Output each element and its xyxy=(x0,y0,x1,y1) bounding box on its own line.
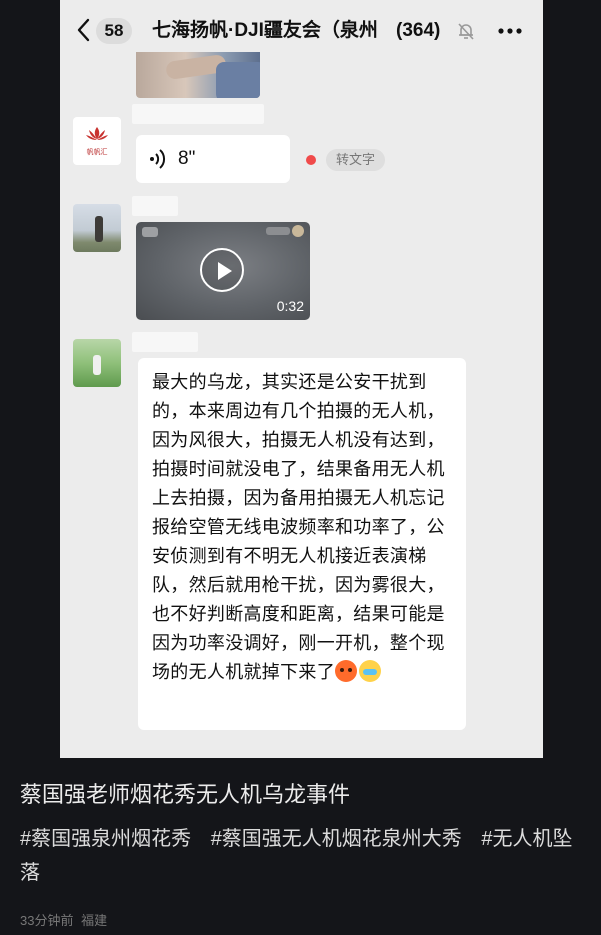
sender-name-redacted xyxy=(132,196,178,216)
angry-emoji xyxy=(335,660,357,682)
unread-count-badge[interactable]: 58 xyxy=(96,18,132,44)
avatar[interactable]: 帆帆汇 xyxy=(73,117,121,165)
video-duration: 0:32 xyxy=(276,298,304,314)
transcribe-button[interactable]: 转文字 xyxy=(326,149,386,171)
play-icon[interactable] xyxy=(200,248,244,292)
post-time: 33分钟前 xyxy=(20,913,74,928)
message-text: 最大的乌龙，其实还是公安干扰到的，本来周边有几个拍摄的无人机，因为风很大，拍摄无… xyxy=(152,372,445,682)
more-icon[interactable] xyxy=(496,22,524,40)
voice-message[interactable]: 8" xyxy=(136,135,290,183)
mute-bell-icon xyxy=(458,23,474,40)
text-message[interactable]: 最大的乌龙，其实还是公安干扰到的，本来周边有几个拍摄的无人机，因为风很大，拍摄无… xyxy=(138,358,466,730)
hashtag-link[interactable]: #蔡国强泉州烟花秀 xyxy=(20,828,191,850)
hashtag-link[interactable]: #蔡国强无人机烟花泉州大秀 xyxy=(211,828,462,850)
avatar[interactable] xyxy=(73,204,121,252)
avatar[interactable] xyxy=(73,339,121,387)
previous-image-message[interactable] xyxy=(136,52,260,98)
hashtag-list: #蔡国强泉州烟花秀 #蔡国强无人机烟花泉州大秀 #无人机坠落 xyxy=(20,822,588,890)
sender-name-redacted xyxy=(132,332,198,352)
post-location: 福建 xyxy=(81,913,108,928)
post-meta: 33分钟前 福建 xyxy=(20,910,111,929)
post-title: 蔡国强老师烟花秀无人机乌龙事件 xyxy=(20,782,351,807)
lotus-logo-icon xyxy=(86,127,108,140)
back-arrow-icon[interactable] xyxy=(76,18,90,42)
voice-icon xyxy=(150,149,166,169)
chat-header: 58 七海扬帆·DJI疆友会（泉州 (364) xyxy=(60,0,543,62)
video-message[interactable]: 0:32 xyxy=(136,222,310,320)
chat-screenshot: 58 七海扬帆·DJI疆友会（泉州 (364) 帆帆汇 8" 转文字 0:32 … xyxy=(60,0,543,758)
crying-emoji xyxy=(359,660,381,682)
voice-duration: 8" xyxy=(178,148,196,169)
avatar-logo-text: 帆帆汇 xyxy=(86,148,108,156)
sender-name-redacted xyxy=(132,104,264,124)
member-count: (364) xyxy=(394,16,441,46)
unread-dot xyxy=(306,155,316,165)
